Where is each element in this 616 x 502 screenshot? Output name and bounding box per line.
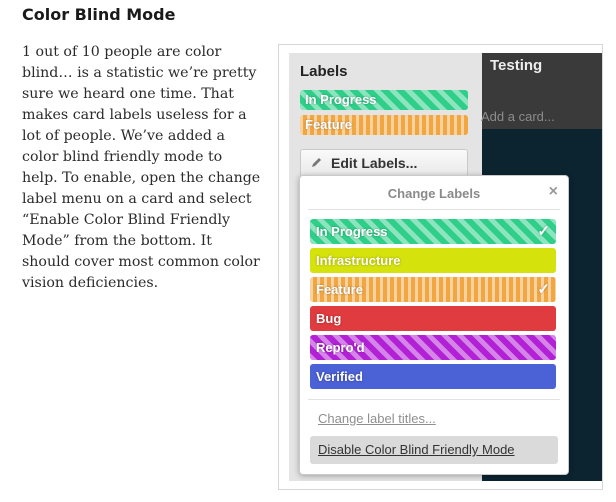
testing-list-header: Testing Add a card...: [481, 53, 602, 129]
label-text: Repro'd: [316, 340, 365, 355]
change-label-titles-link[interactable]: Change label titles...: [318, 411, 436, 426]
popover-label-in-progress[interactable]: In Progress ✓: [310, 219, 556, 244]
label-text: Verified: [316, 369, 363, 384]
popover-label-infrastructure[interactable]: Infrastructure: [310, 248, 556, 273]
popover-divider: [308, 399, 560, 400]
popover-label-feature[interactable]: Feature ✓: [310, 277, 556, 302]
article-paragraph: 1 out of 10 people are color blind… is a…: [22, 44, 261, 291]
labels-title: Labels: [300, 63, 348, 80]
article-heading: Color Blind Mode: [22, 5, 176, 24]
label-text: Feature: [316, 282, 363, 297]
list-title: Testing: [490, 57, 543, 74]
disable-color-blind-mode-button[interactable]: Disable Color Blind Friendly Mode: [310, 436, 558, 464]
popover-label-reprod[interactable]: Repro'd: [310, 335, 556, 360]
label-text: In Progress: [316, 224, 388, 239]
check-icon: ✓: [537, 281, 550, 298]
label-text: Infrastructure: [316, 253, 401, 268]
popover-label-verified[interactable]: Verified: [310, 364, 556, 389]
check-icon: ✓: [537, 223, 550, 240]
edit-labels-button[interactable]: Edit Labels...: [300, 149, 468, 177]
add-card-link[interactable]: Add a card...: [481, 109, 555, 124]
card-label-in-progress[interactable]: In Progress: [300, 90, 468, 110]
change-labels-popover: Change Labels × In Progress ✓ Infrastruc…: [299, 175, 569, 475]
close-icon[interactable]: ×: [549, 183, 558, 201]
card-label-feature[interactable]: Feature: [300, 115, 468, 135]
popover-title: Change Labels: [387, 186, 481, 201]
screenshot-frame: Labels In Progress Feature Edit Labels..…: [278, 44, 603, 490]
popover-label-bug[interactable]: Bug: [310, 306, 556, 331]
label-text: Bug: [316, 311, 342, 326]
popover-divider: [308, 209, 560, 210]
edit-labels-text: Edit Labels...: [331, 155, 418, 171]
pencil-icon: [312, 158, 321, 167]
